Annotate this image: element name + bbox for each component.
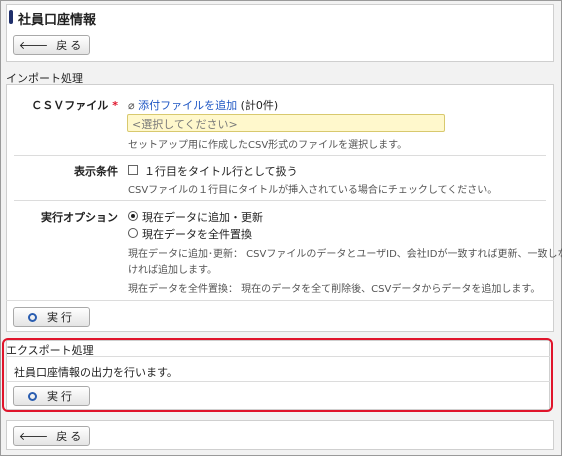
highlight-box — [2, 338, 553, 412]
back-button-label: 戻る — [56, 430, 85, 443]
csv-file-select[interactable]: <選択してください> — [127, 114, 445, 132]
row-divider — [6, 300, 554, 301]
import-execute-button[interactable]: 実行 — [13, 307, 90, 327]
title-row-checkbox-label: １行目をタイトル行として扱う — [144, 165, 298, 178]
add-attachment-link[interactable]: 添付ファイルを追加 — [138, 99, 237, 112]
radio-append-update[interactable] — [128, 211, 138, 221]
title-accent-bar — [9, 10, 13, 24]
title-row-checkbox[interactable] — [128, 165, 138, 175]
csv-file-help: セットアップ用に作成したCSV形式のファイルを選択します。 — [128, 140, 408, 151]
paperclip-icon: ⌀ — [128, 99, 135, 112]
execution-option-label: 実行オプション — [41, 211, 118, 224]
option-help-append: 現在データに追加･更新： CSVファイルのデータとユーザID、会社IDが一致すれ… — [128, 249, 562, 260]
back-button-bottom[interactable]: 🡐 戻る — [13, 426, 90, 446]
radio-replace-all-label: 現在データを全件置換 — [142, 228, 252, 241]
option-help-replace: 現在データを全件置換： 現在のデータを全て削除後、CSVデータからデータを追加し… — [128, 284, 541, 295]
radio-append-update-label: 現在データに追加・更新 — [142, 211, 263, 224]
circle-icon — [28, 312, 37, 322]
option-help-append-cont: ければ追加します。 — [128, 265, 217, 276]
csv-file-label: ＣＳＶファイル * — [31, 99, 118, 112]
row-divider — [14, 155, 546, 156]
import-execute-label: 実行 — [47, 311, 75, 324]
back-button-top[interactable]: 🡐 戻る — [13, 35, 90, 55]
display-condition-label: 表示条件 — [74, 165, 118, 178]
required-mark: * — [112, 99, 118, 112]
arrow-left-icon: 🡐 — [18, 39, 49, 52]
display-condition-help: CSVファイルの１行目にタイトルが挿入されている場合にチェックしてください。 — [128, 185, 498, 196]
row-divider — [14, 200, 546, 201]
page-title: 社員口座情報 — [18, 13, 97, 28]
arrow-left-icon: 🡐 — [18, 430, 49, 443]
radio-replace-all[interactable] — [128, 228, 138, 238]
attach-file-link-row: ⌀ 添付ファイルを追加 (計0件) — [128, 97, 278, 113]
back-button-label: 戻る — [56, 39, 85, 52]
attachment-count: (計0件) — [240, 99, 279, 112]
